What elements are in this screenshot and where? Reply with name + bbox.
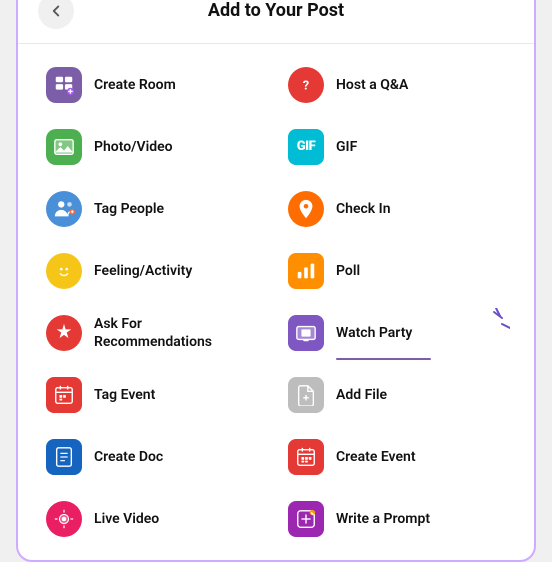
- check-in-icon: [288, 191, 324, 227]
- item-add-file[interactable]: Add File: [276, 364, 518, 426]
- create-event-label: Create Event: [336, 448, 416, 466]
- sparkle-decoration: [474, 308, 510, 336]
- tag-people-label: Tag People: [94, 200, 164, 218]
- write-prompt-icon: ✎: [288, 501, 324, 537]
- item-write-prompt[interactable]: ✎ Write a Prompt: [276, 488, 518, 550]
- item-watch-party[interactable]: Watch Party: [276, 302, 518, 364]
- check-in-label: Check In: [336, 200, 391, 218]
- tag-people-icon: [46, 191, 82, 227]
- options-grid: Create Room ? Host a Q&A Photo/Video: [18, 44, 534, 560]
- add-file-label: Add File: [336, 386, 387, 404]
- create-room-icon: [46, 67, 82, 103]
- svg-text:✎: ✎: [310, 512, 314, 518]
- create-room-label: Create Room: [94, 76, 176, 94]
- photo-video-icon: [46, 129, 82, 165]
- watch-party-label: Watch Party: [336, 324, 412, 342]
- item-tag-people[interactable]: Tag People: [34, 178, 276, 240]
- item-create-event[interactable]: Create Event: [276, 426, 518, 488]
- tag-event-label: Tag Event: [94, 386, 155, 404]
- add-file-icon: [288, 377, 324, 413]
- item-gif[interactable]: GIF GIF: [276, 116, 518, 178]
- gif-label: GIF: [336, 138, 357, 156]
- item-tag-event[interactable]: Tag Event: [34, 364, 276, 426]
- write-prompt-label: Write a Prompt: [336, 510, 430, 528]
- create-event-icon: [288, 439, 324, 475]
- item-ask-recommendations[interactable]: Ask For Recommendations: [34, 302, 276, 364]
- feeling-activity-icon: [46, 253, 82, 289]
- item-poll[interactable]: Poll: [276, 240, 518, 302]
- tag-event-icon: [46, 377, 82, 413]
- modal-title: Add to Your Post: [208, 0, 344, 21]
- photo-video-label: Photo/Video: [94, 138, 173, 156]
- svg-text:?: ?: [303, 78, 309, 93]
- modal-header: Add to Your Post: [18, 0, 534, 44]
- item-create-doc[interactable]: Create Doc: [34, 426, 276, 488]
- item-check-in[interactable]: Check In: [276, 178, 518, 240]
- gif-icon: GIF: [288, 129, 324, 165]
- host-qa-label: Host a Q&A: [336, 76, 408, 94]
- live-video-label: Live Video: [94, 510, 159, 528]
- create-doc-label: Create Doc: [94, 448, 163, 466]
- host-qa-icon: ?: [288, 67, 324, 103]
- ask-recommendations-icon: [46, 315, 82, 351]
- item-live-video[interactable]: Live Video: [34, 488, 276, 550]
- item-create-room[interactable]: Create Room: [34, 54, 276, 116]
- add-to-post-modal: Add to Your Post Create Room: [16, 0, 536, 562]
- item-host-qa[interactable]: ? Host a Q&A: [276, 54, 518, 116]
- live-video-icon: [46, 501, 82, 537]
- item-feeling-activity[interactable]: Feeling/Activity: [34, 240, 276, 302]
- feeling-activity-label: Feeling/Activity: [94, 262, 192, 280]
- ask-recommendations-label: Ask For Recommendations: [94, 315, 212, 351]
- create-doc-icon: [46, 439, 82, 475]
- watch-party-underline: [336, 358, 431, 361]
- watch-party-icon: [288, 315, 324, 351]
- back-button[interactable]: [38, 0, 74, 29]
- poll-label: Poll: [336, 262, 360, 280]
- item-photo-video[interactable]: Photo/Video: [34, 116, 276, 178]
- poll-icon: [288, 253, 324, 289]
